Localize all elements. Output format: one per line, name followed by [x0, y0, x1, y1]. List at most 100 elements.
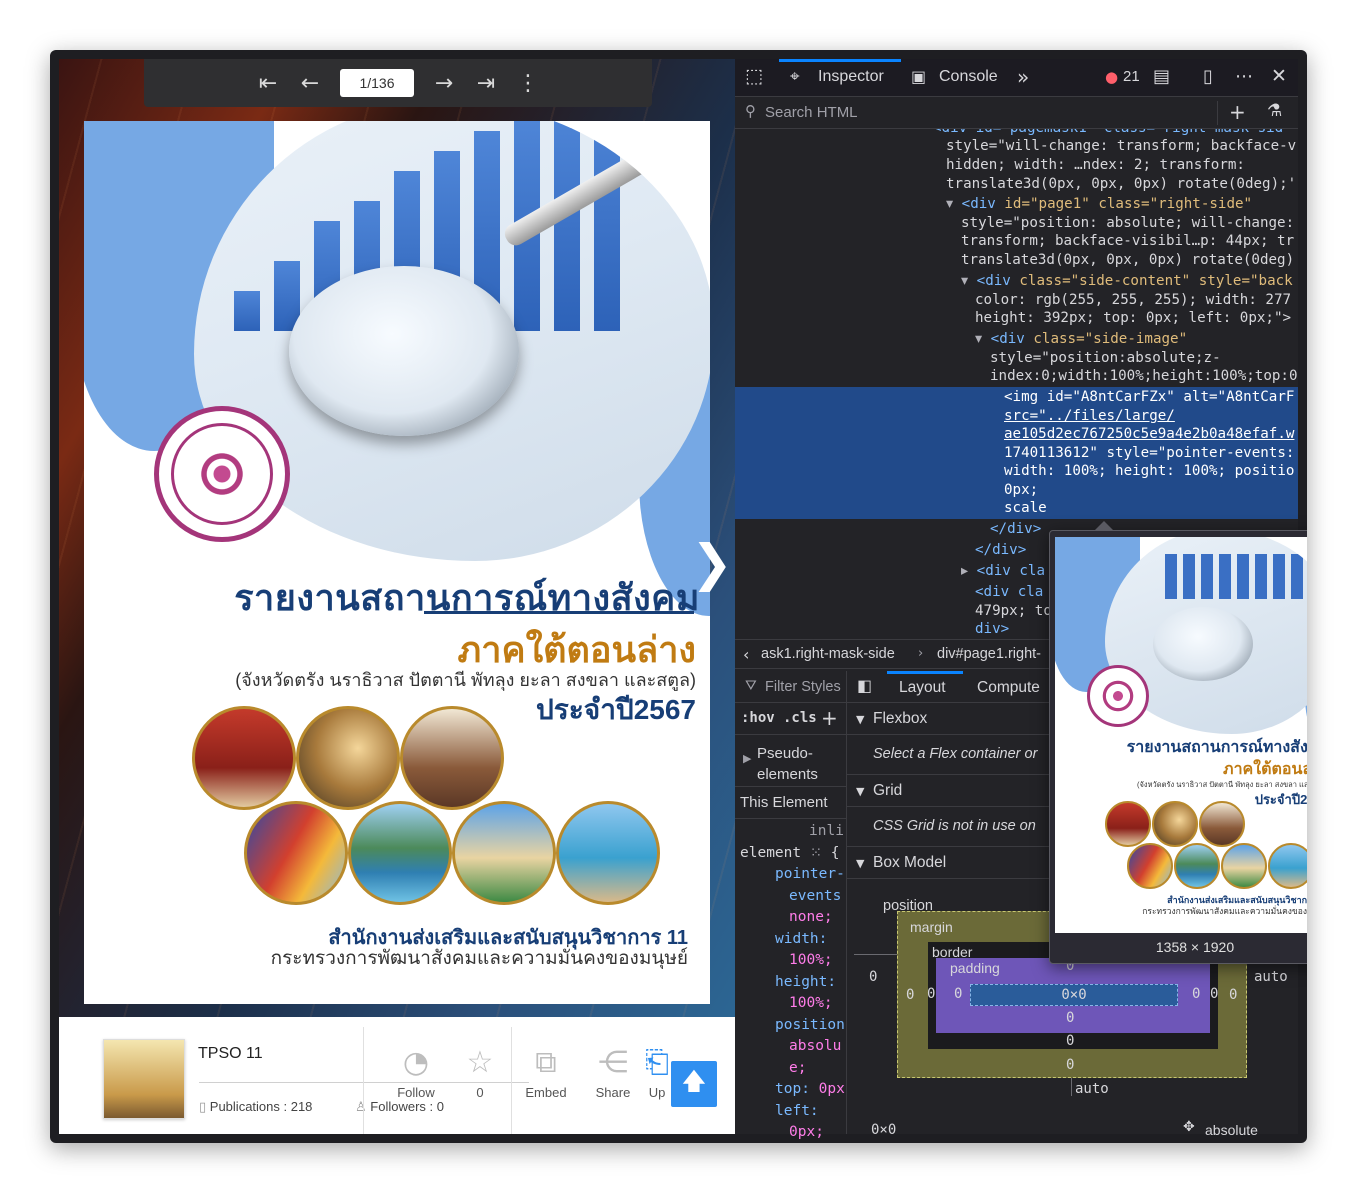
border-bottom-value[interactable]: 0: [1066, 1033, 1074, 1049]
prop-value[interactable]: 100%;: [735, 993, 847, 1015]
margin-bottom-value[interactable]: 0: [1066, 1057, 1074, 1073]
last-page-button[interactable]: ⇥: [474, 71, 498, 96]
tab-layout[interactable]: Layout: [899, 679, 946, 697]
markup-line[interactable]: index:0;width:100%;height:100%;top:0: [990, 367, 1298, 386]
divider: [1217, 101, 1218, 125]
padding-box[interactable]: padding 0 0 0 0 0×0: [936, 958, 1210, 1033]
responsive-mode-icon[interactable]: ▯: [1203, 66, 1213, 87]
element-rule[interactable]: inli element ⁙ { pointer- events none; w…: [735, 821, 847, 1143]
border-right-value[interactable]: 0: [1210, 986, 1218, 1002]
previous-page-button[interactable]: ←: [298, 71, 322, 96]
prop-name[interactable]: height:: [735, 972, 847, 994]
markup-line[interactable]: div>: [975, 620, 1009, 639]
position-left-value[interactable]: 0: [869, 969, 877, 985]
add-rule-icon[interactable]: +: [821, 706, 838, 730]
markup-line-selected[interactable]: width: 100%; height: 100%; positio: [1004, 462, 1294, 481]
filter-styles-bar[interactable]: ⛛ Filter Styles: [735, 671, 847, 703]
page-number-input[interactable]: 1/136: [340, 69, 414, 97]
markup-line[interactable]: hidden; width: …ndex: 2; transform:: [946, 156, 1245, 175]
prop-name[interactable]: pointer-: [735, 864, 847, 886]
expand-triangle-icon[interactable]: ▾: [946, 196, 953, 212]
markup-line[interactable]: </div>: [990, 520, 1041, 539]
border-left-value[interactable]: 0: [927, 986, 935, 1002]
next-page-chevron-icon[interactable]: ❯: [691, 534, 733, 592]
tab-inspector[interactable]: Inspector: [818, 68, 884, 86]
position-bottom-value[interactable]: auto: [1075, 1081, 1109, 1097]
split-console-icon[interactable]: ▤: [1153, 66, 1170, 87]
html-search-bar[interactable]: ⚲ Search HTML + ⚗: [735, 97, 1298, 129]
breadcrumb-item[interactable]: div#page1.right-: [937, 646, 1041, 662]
markup-line[interactable]: style="will-change: transform; backface-…: [946, 137, 1296, 156]
eyedropper-icon[interactable]: ⚗: [1267, 101, 1282, 121]
first-page-button[interactable]: ⇤: [256, 71, 280, 96]
markup-line-selected[interactable]: 1740113612" style="pointer-events:: [1004, 444, 1294, 463]
pseudo-elements-section[interactable]: ▶ Pseudo- elements: [735, 735, 847, 787]
markup-line[interactable]: 479px; to: [975, 602, 1052, 621]
padding-bottom-value[interactable]: 0: [1066, 1010, 1074, 1026]
markup-line[interactable]: </div>: [975, 541, 1026, 560]
collapsed-triangle-icon[interactable]: ▸: [961, 563, 968, 579]
publisher-avatar[interactable]: [103, 1039, 185, 1119]
filter-styles-input[interactable]: Filter Styles: [765, 679, 841, 695]
markup-line[interactable]: transform; backface-visibil…p: 44px; tr: [961, 232, 1294, 251]
position-right-value[interactable]: auto: [1254, 969, 1288, 985]
hov-toggle[interactable]: :hov: [741, 710, 775, 726]
expand-triangle-icon[interactable]: ▾: [961, 273, 968, 289]
markup-line[interactable]: ▸ <div cla: [961, 562, 1045, 581]
prop-value[interactable]: 0px;: [735, 1122, 847, 1143]
element-picker-icon[interactable]: ⬚: [745, 65, 763, 87]
expand-triangle-icon[interactable]: ▾: [975, 331, 982, 347]
more-tabs-icon[interactable]: »: [1017, 65, 1029, 89]
markup-line[interactable]: ▾ <div class="side-content" style="back: [961, 272, 1293, 291]
markup-link[interactable]: src="../files/large/: [1004, 407, 1175, 426]
prop-value[interactable]: e;: [735, 1058, 847, 1080]
grid-icon[interactable]: ⁙: [810, 845, 822, 861]
markup-line-selected[interactable]: 0px;: [1004, 481, 1038, 500]
markup-line[interactable]: translate3d(0px, 0px, 0px) rotate(0deg): [961, 251, 1294, 270]
markup-line[interactable]: translate3d(0px, 0px, 0px) rotate(0deg);…: [946, 175, 1296, 194]
markup-line-selected[interactable]: <img id="A8ntCarFZx" alt="A8ntCarF: [1004, 388, 1294, 407]
prop-name[interactable]: width:: [735, 929, 847, 951]
breadcrumb-item[interactable]: ask1.right-mask-side: [761, 646, 895, 662]
embed-button[interactable]: ⧉ Embed: [511, 1045, 581, 1100]
markup-attrs: class="side-content" style="back: [1010, 273, 1293, 289]
prop-row[interactable]: top: 0px: [735, 1079, 847, 1101]
prop-value[interactable]: 100%;: [735, 950, 847, 972]
padding-left-value[interactable]: 0: [954, 986, 962, 1002]
prop-value[interactable]: absolu: [735, 1036, 847, 1058]
tab-computed[interactable]: Compute: [977, 679, 1040, 697]
content-box[interactable]: 0×0: [970, 984, 1178, 1006]
markup-line[interactable]: color: rgb(255, 255, 255); width: 277: [975, 291, 1291, 310]
markup-line[interactable]: ▾ <div class="side-image": [975, 330, 1187, 349]
markup-line[interactable]: ▾ <div id="page1" class="right-side": [946, 195, 1252, 214]
prop-name[interactable]: events: [735, 886, 847, 908]
like-button[interactable]: ☆ 0: [445, 1045, 515, 1100]
overflow-menu-icon[interactable]: ⋯: [1235, 66, 1253, 87]
markup-link[interactable]: ae105d2ec767250c5e9a4e2b0a48efaf.w: [1004, 425, 1294, 444]
toggle-sidebar-icon[interactable]: ◧: [857, 676, 872, 695]
error-count[interactable]: 21: [1123, 68, 1140, 85]
chevron-left-icon[interactable]: ‹: [743, 645, 749, 664]
tab-console[interactable]: Console: [939, 68, 998, 86]
margin-right-value[interactable]: 0: [1229, 987, 1237, 1003]
padding-right-value[interactable]: 0: [1192, 986, 1200, 1002]
follow-button[interactable]: ◔ Follow: [381, 1045, 451, 1100]
prop-name[interactable]: position: [735, 1015, 847, 1037]
markup-line[interactable]: style="position: absolute; will-change:: [961, 214, 1294, 233]
next-page-button[interactable]: →: [432, 71, 456, 96]
publisher-name[interactable]: TPSO 11: [198, 1045, 263, 1063]
markup-line-selected[interactable]: scale: [1004, 499, 1047, 518]
search-input[interactable]: Search HTML: [765, 104, 858, 121]
close-icon[interactable]: ✕: [1271, 65, 1287, 87]
prop-name[interactable]: left:: [735, 1101, 847, 1123]
markup-line[interactable]: height: 392px; top: 0px; left: 0px;">: [975, 309, 1291, 328]
margin-left-value[interactable]: 0: [906, 987, 914, 1003]
rule-source[interactable]: inli: [735, 821, 847, 843]
add-node-icon[interactable]: +: [1229, 100, 1246, 124]
prop-value[interactable]: none;: [735, 907, 847, 929]
cls-toggle[interactable]: .cls: [783, 710, 817, 726]
markup-line[interactable]: <div cla: [975, 583, 1043, 602]
more-options-button[interactable]: ⋮: [516, 71, 540, 96]
markup-line[interactable]: style="position:absolute;z-: [990, 349, 1221, 368]
scroll-to-top-button[interactable]: 🡅: [671, 1061, 717, 1107]
